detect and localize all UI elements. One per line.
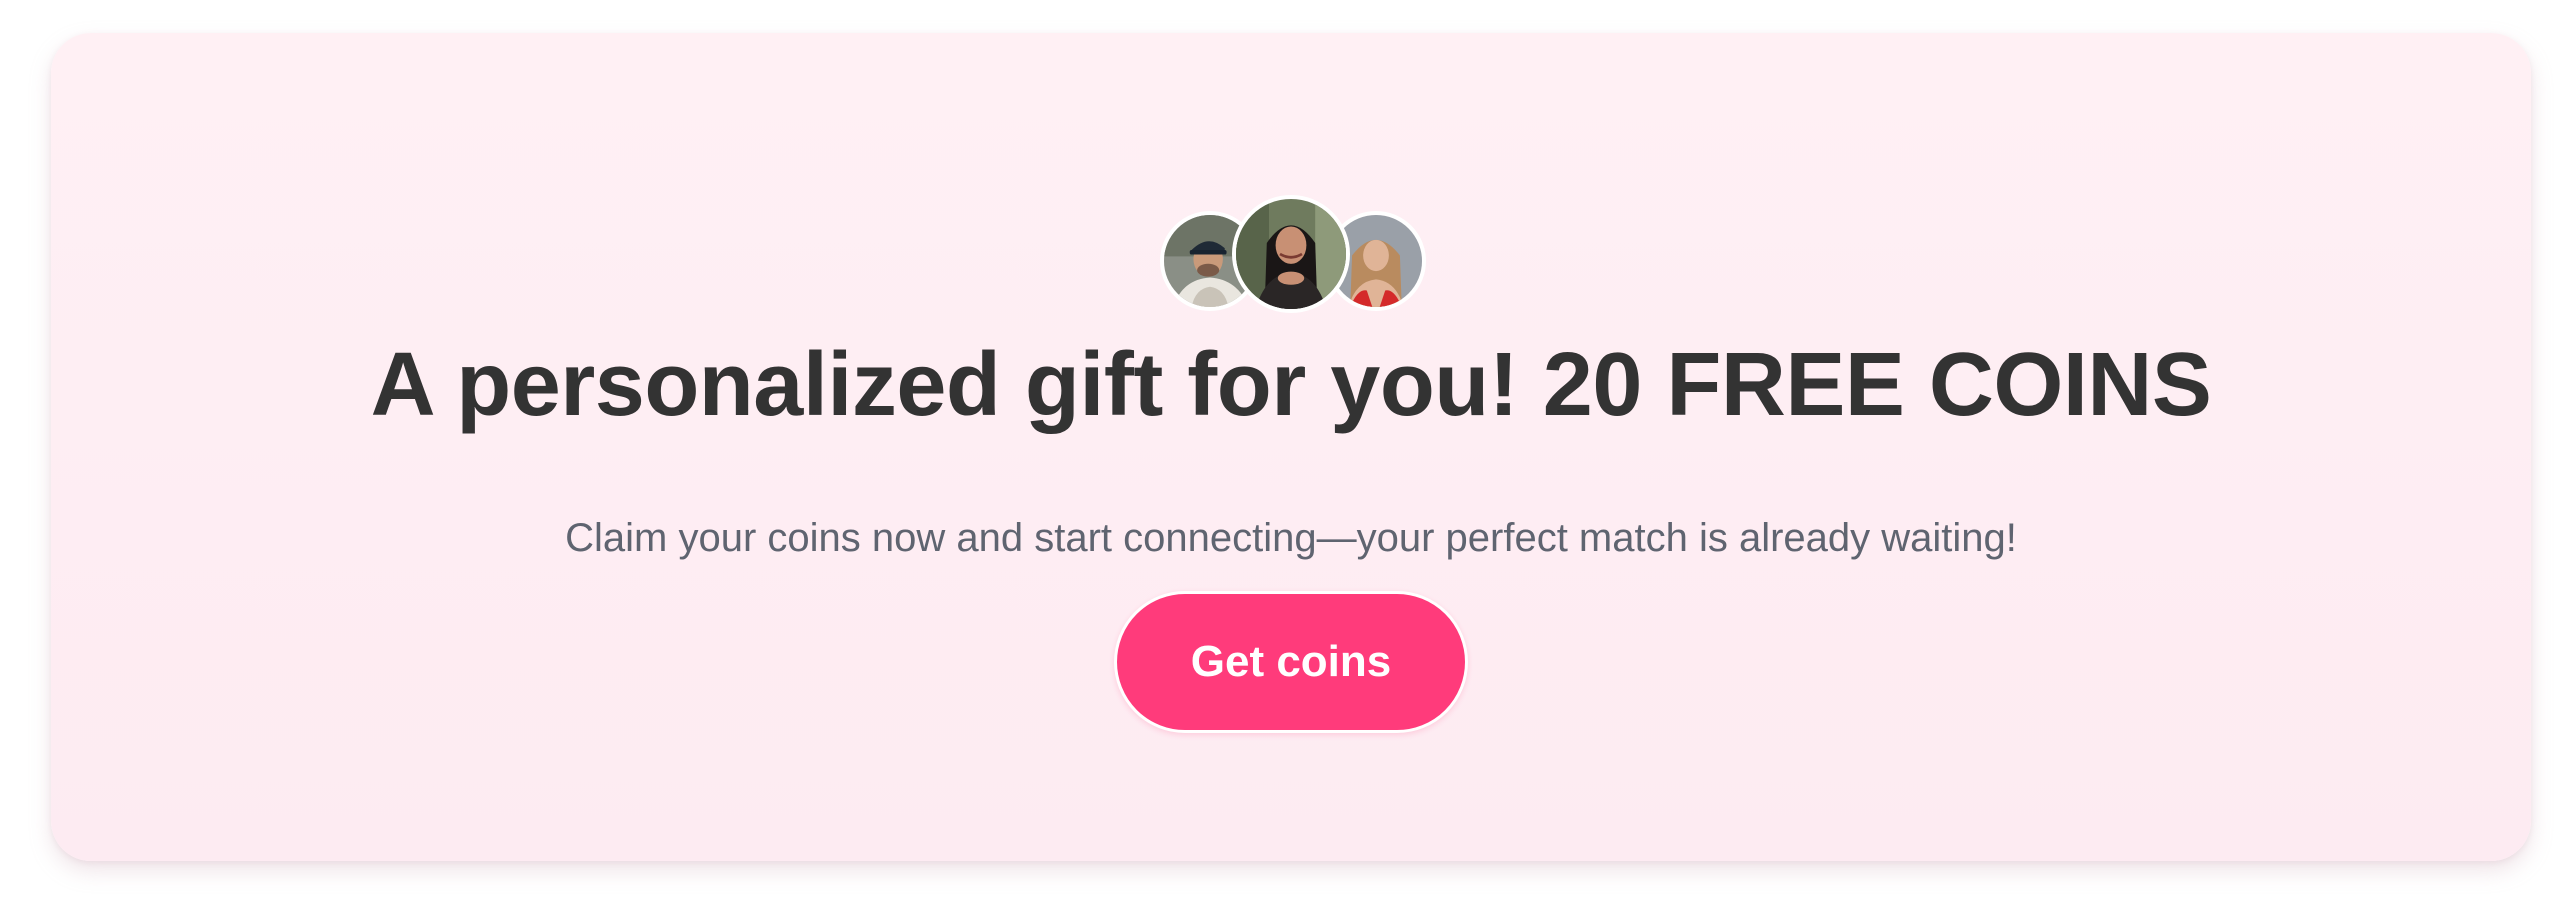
avatar <box>1232 195 1350 313</box>
promo-subtitle: Claim your coins now and start connectin… <box>565 516 2017 560</box>
avatar-woman-dark-hair-image <box>1236 199 1346 309</box>
promo-headline: A personalized gift for you! 20 FREE COI… <box>370 335 2212 435</box>
avatar-group <box>51 163 2531 313</box>
get-coins-button[interactable]: Get coins <box>1114 591 1468 733</box>
promo-card: A personalized gift for you! 20 FREE COI… <box>51 33 2531 861</box>
